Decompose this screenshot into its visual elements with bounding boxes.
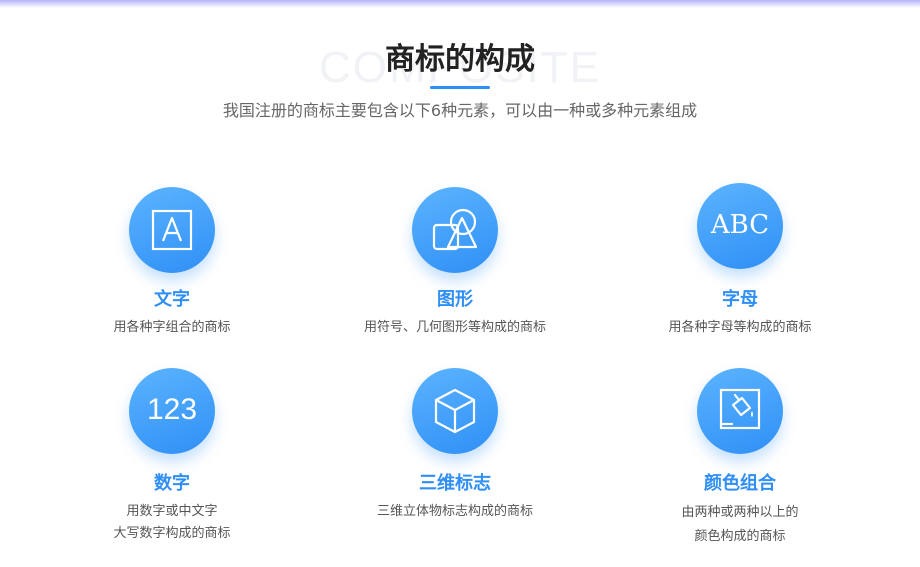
element-card-3d: 三维标志 三维立体物标志构成的商标 (325, 368, 585, 528)
element-title: 图形 (437, 289, 473, 310)
top-gradient-bar (0, 0, 920, 8)
paint-bucket-icon (697, 368, 783, 454)
letter-a-icon (129, 187, 215, 273)
element-title: 三维标志 (419, 473, 491, 494)
element-desc-line-1: 由两种或两种以上的 (681, 505, 799, 520)
element-desc: 用各种字组合的商标 (113, 320, 231, 335)
element-card-letters: ABC 字母 用各种字母等构成的商标 (610, 182, 870, 346)
title-underline (430, 86, 490, 89)
cube-icon (412, 368, 498, 454)
page-title: 商标的构成 (385, 42, 535, 77)
element-card-text: 文字 用各种字组合的商标 (42, 186, 302, 346)
element-desc: 用各种字母等构成的商标 (668, 320, 812, 335)
element-title: 文字 (154, 289, 190, 310)
element-card-colors: 颜色组合 由两种或两种以上的 颜色构成的商标 (610, 368, 870, 550)
element-card-shapes: 图形 用符号、几何图形等构成的商标 (325, 186, 585, 346)
element-desc-line-1: 用数字或中文字 (126, 504, 218, 519)
element-desc-line-2: 大写数字构成的商标 (113, 526, 231, 541)
page-subtitle: 我国注册的商标主要包含以下6种元素，可以由一种或多种元素组成 (222, 101, 698, 120)
abc-icon-text: ABC (710, 210, 770, 240)
element-card-numbers: 123 数字 用数字或中文字 大写数字构成的商标 (42, 368, 302, 550)
abc-icon: ABC (697, 183, 783, 269)
element-title: 字母 (722, 289, 758, 310)
element-desc: 三维立体物标志构成的商标 (376, 504, 533, 519)
numbers-icon: 123 (129, 368, 215, 454)
element-desc-line-2: 颜色构成的商标 (694, 529, 786, 544)
element-title: 颜色组合 (704, 473, 776, 494)
section-header: COMPOSITE 商标的构成 (0, 36, 920, 92)
element-title: 数字 (154, 473, 190, 494)
numbers-icon-text: 123 (146, 393, 198, 426)
element-desc: 用符号、几何图形等构成的商标 (363, 320, 546, 335)
shapes-icon (412, 187, 498, 273)
